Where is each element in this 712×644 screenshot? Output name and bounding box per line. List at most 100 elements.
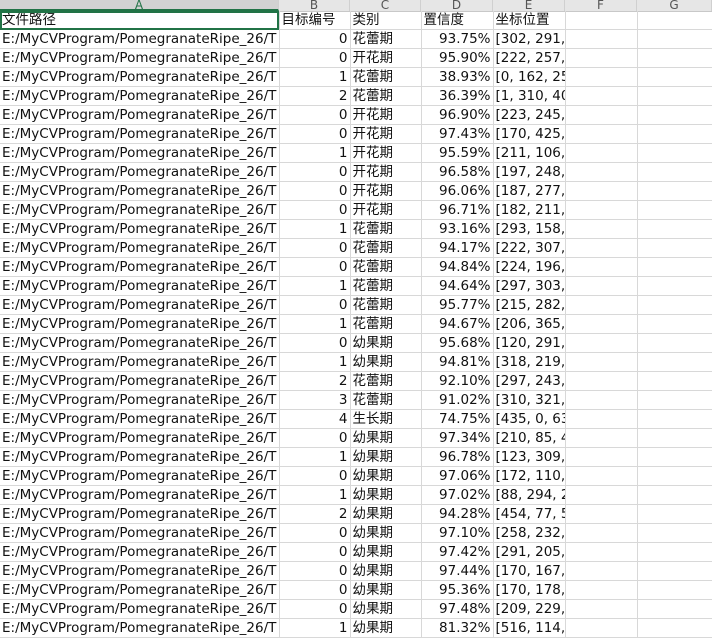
cell-target-id[interactable]: 0 xyxy=(279,599,351,619)
cell-target-id[interactable]: 0 xyxy=(279,200,351,220)
cell-category[interactable]: 幼果期 xyxy=(350,333,422,353)
cell-path[interactable]: E:/MyCVProgram/PomegranateRipe_26/T xyxy=(0,276,280,296)
cell-target-id[interactable]: 0 xyxy=(279,295,351,315)
header-cell-confidence[interactable]: 置信度 xyxy=(421,11,494,30)
empty-cell[interactable] xyxy=(637,561,712,581)
empty-cell[interactable] xyxy=(565,238,638,258)
cell-target-id[interactable]: 1 xyxy=(279,219,351,239)
empty-cell[interactable] xyxy=(637,162,712,182)
cell-target-id[interactable]: 3 xyxy=(279,390,351,410)
cell-path[interactable]: E:/MyCVProgram/PomegranateRipe_26/T xyxy=(0,599,280,619)
cell-target-id[interactable]: 0 xyxy=(279,542,351,562)
empty-cell[interactable] xyxy=(565,314,638,334)
cell-confidence[interactable]: 95.90% xyxy=(421,48,494,68)
empty-cell[interactable] xyxy=(565,542,638,562)
cell-bbox[interactable]: [206, 365, 286, 424] xyxy=(493,314,566,334)
cell-category[interactable]: 花蕾期 xyxy=(350,390,422,410)
cell-confidence[interactable]: 97.44% xyxy=(421,561,494,581)
empty-cell[interactable] xyxy=(565,466,638,486)
cell-confidence[interactable]: 36.39% xyxy=(421,86,494,106)
empty-cell[interactable] xyxy=(637,390,712,410)
column-header-a[interactable]: A xyxy=(0,0,279,11)
empty-cell[interactable] xyxy=(637,466,712,486)
empty-cell[interactable] xyxy=(637,181,712,201)
empty-cell[interactable] xyxy=(637,580,712,600)
cell-category[interactable]: 开花期 xyxy=(350,48,422,68)
cell-confidence[interactable]: 97.10% xyxy=(421,523,494,543)
cell-confidence[interactable]: 92.10% xyxy=(421,371,494,391)
empty-cell[interactable] xyxy=(565,371,638,391)
cell-path[interactable]: E:/MyCVProgram/PomegranateRipe_26/T xyxy=(0,162,280,182)
empty-cell[interactable] xyxy=(565,11,638,30)
cell-confidence[interactable]: 97.06% xyxy=(421,466,494,486)
cell-path[interactable]: E:/MyCVProgram/PomegranateRipe_26/T xyxy=(0,29,280,49)
empty-cell[interactable] xyxy=(637,371,712,391)
empty-cell[interactable] xyxy=(565,618,638,638)
cell-bbox[interactable]: [210, 85, 477, 337] xyxy=(493,428,566,448)
cell-bbox[interactable]: [302, 291, 370, 383] xyxy=(493,29,566,49)
cell-category[interactable]: 花蕾期 xyxy=(350,86,422,106)
cell-target-id[interactable]: 0 xyxy=(279,257,351,277)
cell-confidence[interactable]: 97.48% xyxy=(421,599,494,619)
cell-confidence[interactable]: 96.78% xyxy=(421,447,494,467)
empty-cell[interactable] xyxy=(565,561,638,581)
empty-cell[interactable] xyxy=(637,238,712,258)
cell-category[interactable]: 花蕾期 xyxy=(350,67,422,87)
cell-bbox[interactable]: [310, 321, 360, 383] xyxy=(493,390,566,410)
empty-cell[interactable] xyxy=(637,409,712,429)
empty-cell[interactable] xyxy=(565,124,638,144)
cell-bbox[interactable]: [297, 243, 339, 283] xyxy=(493,371,566,391)
empty-cell[interactable] xyxy=(637,67,712,87)
cell-category[interactable]: 开花期 xyxy=(350,143,422,163)
cell-path[interactable]: E:/MyCVProgram/PomegranateRipe_26/T xyxy=(0,523,280,543)
cell-target-id[interactable]: 1 xyxy=(279,352,351,372)
cell-confidence[interactable]: 94.84% xyxy=(421,257,494,277)
cell-bbox[interactable]: [291, 205, 490, 341] xyxy=(493,542,566,562)
empty-cell[interactable] xyxy=(637,314,712,334)
cell-category[interactable]: 生长期 xyxy=(350,409,422,429)
cell-bbox[interactable]: [222, 307, 294, 364] xyxy=(493,238,566,258)
empty-cell[interactable] xyxy=(565,67,638,87)
cell-bbox[interactable]: [215, 282, 344, 376] xyxy=(493,295,566,315)
empty-cell[interactable] xyxy=(637,143,712,163)
cell-category[interactable]: 开花期 xyxy=(350,162,422,182)
cell-confidence[interactable]: 97.02% xyxy=(421,485,494,505)
cell-bbox[interactable]: [197, 248, 414, 447] xyxy=(493,162,566,182)
cell-bbox[interactable]: [182, 211, 378, 427] xyxy=(493,200,566,220)
cell-bbox[interactable]: [297, 303, 413, 402] xyxy=(493,276,566,296)
cell-target-id[interactable]: 0 xyxy=(279,124,351,144)
empty-cell[interactable] xyxy=(565,333,638,353)
cell-target-id[interactable]: 1 xyxy=(279,447,351,467)
cell-bbox[interactable]: [454, 77, 545, 142] xyxy=(493,504,566,524)
empty-cell[interactable] xyxy=(565,523,638,543)
cell-category[interactable]: 花蕾期 xyxy=(350,314,422,334)
cell-category[interactable]: 开花期 xyxy=(350,105,422,125)
cell-path[interactable]: E:/MyCVProgram/PomegranateRipe_26/T xyxy=(0,352,280,372)
cell-confidence[interactable]: 93.16% xyxy=(421,219,494,239)
cell-bbox[interactable]: [318, 219, 549, 393] xyxy=(493,352,566,372)
empty-cell[interactable] xyxy=(565,257,638,277)
cell-path[interactable]: E:/MyCVProgram/PomegranateRipe_26/T xyxy=(0,86,280,106)
cell-category[interactable]: 幼果期 xyxy=(350,561,422,581)
cell-category[interactable]: 花蕾期 xyxy=(350,276,422,296)
cell-category[interactable]: 幼果期 xyxy=(350,447,422,467)
cell-bbox[interactable]: [224, 196, 350, 348] xyxy=(493,257,566,277)
cell-category[interactable]: 花蕾期 xyxy=(350,238,422,258)
header-cell-category[interactable]: 类别 xyxy=(350,11,422,30)
cell-bbox[interactable]: [258, 232, 404, 428] xyxy=(493,523,566,543)
cell-path[interactable]: E:/MyCVProgram/PomegranateRipe_26/T xyxy=(0,181,280,201)
empty-cell[interactable] xyxy=(565,86,638,106)
cell-path[interactable]: E:/MyCVProgram/PomegranateRipe_26/T xyxy=(0,124,280,144)
cell-path[interactable]: E:/MyCVProgram/PomegranateRipe_26/T xyxy=(0,105,280,125)
cell-bbox[interactable]: [187, 277, 380, 428] xyxy=(493,181,566,201)
cell-confidence[interactable]: 97.34% xyxy=(421,428,494,448)
cell-bbox[interactable]: [293, 158, 362, 215] xyxy=(493,219,566,239)
cell-bbox[interactable]: [222, 257, 349, 361] xyxy=(493,48,566,68)
column-header-d[interactable]: D xyxy=(421,0,493,11)
empty-cell[interactable] xyxy=(565,447,638,467)
empty-cell[interactable] xyxy=(637,352,712,372)
cell-category[interactable]: 花蕾期 xyxy=(350,29,422,49)
empty-cell[interactable] xyxy=(565,48,638,68)
empty-cell[interactable] xyxy=(565,143,638,163)
empty-cell[interactable] xyxy=(637,504,712,524)
